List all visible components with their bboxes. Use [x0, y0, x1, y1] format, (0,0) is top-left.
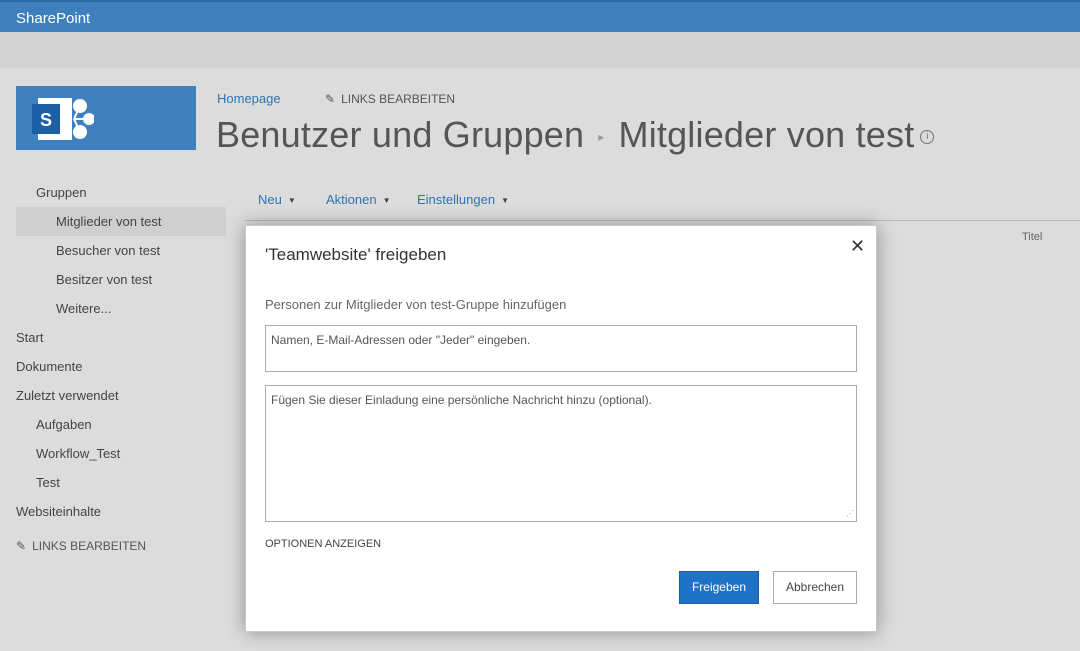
breadcrumb-current: Mitglieder von test [618, 114, 915, 155]
dialog-title: 'Teamwebsite' freigeben [265, 245, 447, 264]
pencil-icon: ✎ [16, 539, 27, 553]
settings-menu-label: Einstellungen [417, 192, 496, 207]
actions-menu-button[interactable]: Aktionen ▼ [326, 192, 391, 207]
nav-item-test[interactable]: Test [16, 468, 226, 497]
share-dialog: 'Teamwebsite' freigeben ✕ Personen zur M… [245, 225, 877, 632]
left-edit-links-label: LINKS BEARBEITEN [32, 539, 147, 553]
new-menu-label: Neu [258, 192, 282, 207]
chevron-down-icon: ▼ [501, 196, 509, 206]
nav-item-websiteinhalte[interactable]: Websiteinhalte [16, 497, 226, 526]
settings-menu-button[interactable]: Einstellungen ▼ [417, 192, 509, 207]
top-navigation: Homepage ✎ LINKS BEARBEITEN [217, 91, 455, 106]
new-menu-button[interactable]: Neu ▼ [258, 192, 296, 207]
toolbar-divider [245, 220, 1080, 221]
column-header-titel[interactable]: Titel [1022, 231, 1042, 243]
actions-menu-label: Aktionen [326, 192, 377, 207]
share-button[interactable]: Freigeben [679, 571, 759, 604]
sharepoint-logo-icon: S [32, 98, 94, 140]
nav-item-gruppen[interactable]: Gruppen [16, 178, 226, 207]
site-logo[interactable]: S [16, 86, 196, 150]
svg-text:S: S [40, 110, 52, 130]
cancel-button[interactable]: Abbrechen [773, 571, 857, 604]
chevron-down-icon: ▼ [382, 196, 391, 206]
top-edit-links-label: LINKS BEARBEITEN [341, 92, 456, 106]
page-title: Benutzer und Gruppen ▸ Mitglieder von test… [216, 114, 935, 156]
names-input[interactable]: Namen, E-Mail-Adressen oder "Jeder" eing… [265, 325, 857, 372]
show-options-link[interactable]: OPTIONEN ANZEIGEN [265, 538, 381, 550]
top-edit-links-button[interactable]: ✎ LINKS BEARBEITEN [325, 92, 455, 106]
breadcrumb-parent[interactable]: Benutzer und Gruppen [216, 114, 584, 155]
left-edit-links-button[interactable]: ✎ LINKS BEARBEITEN [16, 539, 226, 553]
nav-item-besucher-von-test[interactable]: Besucher von test [16, 236, 226, 265]
nav-item-dokumente[interactable]: Dokumente [16, 352, 226, 381]
resize-grip-icon[interactable]: ⋰ [846, 509, 854, 518]
nav-item-aufgaben[interactable]: Aufgaben [16, 410, 226, 439]
info-icon[interactable]: i [920, 130, 935, 145]
dialog-subtitle: Personen zur Mitglieder von test-Gruppe … [265, 297, 567, 312]
nav-item-besitzer-von-test[interactable]: Besitzer von test [16, 265, 226, 294]
quick-launch: Gruppen Mitglieder von test Besucher von… [16, 178, 226, 553]
suite-bar: SharePoint [0, 0, 1080, 32]
sharepoint-brand-link[interactable]: SharePoint [16, 10, 90, 27]
message-placeholder: Fügen Sie dieser Einladung eine persönli… [271, 393, 652, 407]
chevron-down-icon: ▼ [287, 196, 296, 206]
homepage-link[interactable]: Homepage [217, 91, 281, 106]
nav-item-workflow-test[interactable]: Workflow_Test [16, 439, 226, 468]
nav-item-zuletzt-verwendet[interactable]: Zuletzt verwendet [16, 381, 226, 410]
breadcrumb-separator-icon: ▸ [598, 130, 605, 145]
close-icon[interactable]: ✕ [850, 236, 865, 257]
nav-item-weitere[interactable]: Weitere... [16, 294, 226, 323]
message-textarea[interactable]: Fügen Sie dieser Einladung eine persönli… [265, 385, 857, 522]
nav-item-mitglieder-von-test[interactable]: Mitglieder von test [16, 207, 226, 236]
ribbon-bar [0, 32, 1080, 68]
pencil-icon: ✎ [325, 92, 336, 106]
nav-item-start[interactable]: Start [16, 323, 226, 352]
